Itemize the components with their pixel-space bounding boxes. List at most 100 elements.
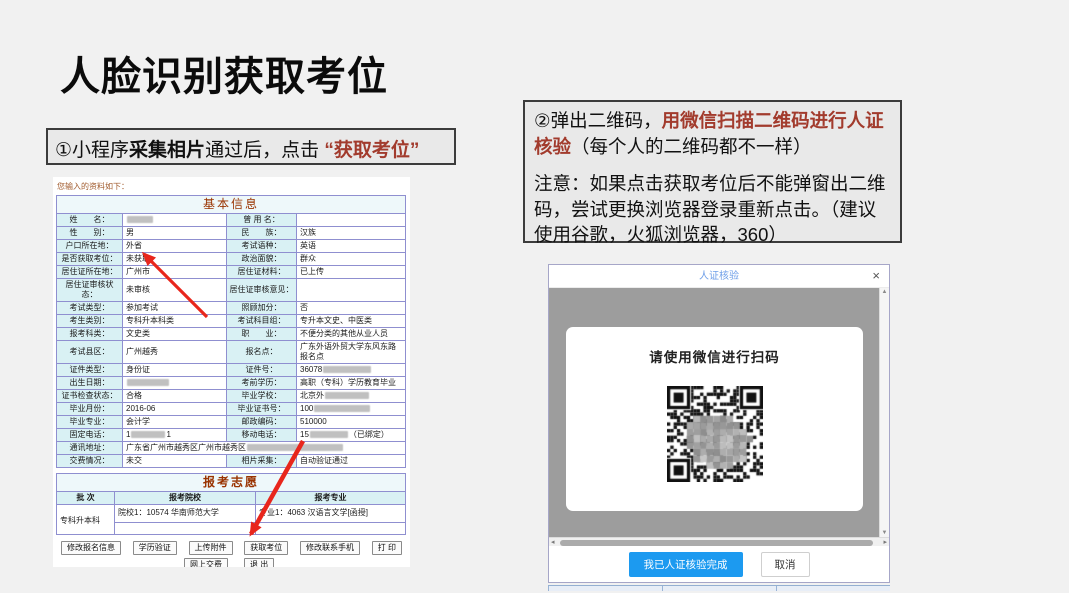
column-header-school: 报考院校	[115, 492, 256, 505]
table-cell-label: 证件号：	[227, 364, 297, 377]
scan-card: 请使用微信进行扫码	[566, 327, 863, 511]
table-cell-value: 参加考试	[123, 302, 227, 315]
table-row: 户口所在地：外省考试语种：英语	[57, 240, 406, 253]
table-row: 通讯地址：广东省广州市越秀区广州市越秀区	[57, 442, 406, 455]
step1-instruction-box: ①小程序采集相片通过后，点击 “获取考位”	[46, 128, 456, 165]
table-cell-label: 证件类型：	[57, 364, 123, 377]
basic-info-title: 基本信息	[57, 196, 406, 214]
online-payment-button[interactable]: 网上交费	[184, 558, 228, 567]
table-title-row: 报考志愿	[57, 474, 406, 492]
column-header-major: 报考专业	[256, 492, 406, 505]
step1-middle: 通过后，点击	[205, 140, 324, 161]
form-buttons-row2: 网上交费 退 出	[184, 558, 407, 567]
qr-code	[667, 386, 763, 482]
scroll-down-icon[interactable]: ▼	[880, 530, 889, 536]
table-cell-value: 英语	[297, 240, 406, 253]
redacted-value	[127, 379, 169, 386]
table-row: 证件类型：身份证证件号：36078	[57, 364, 406, 377]
redacted-value	[323, 366, 371, 373]
table-cell-label: 报考科类：	[57, 328, 123, 341]
table-cell-label: 户口所在地：	[57, 240, 123, 253]
table-cell-label: 是否获取考位：	[57, 253, 123, 266]
redacted-value	[325, 392, 369, 399]
table-cell-label: 出生日期：	[57, 377, 123, 390]
table-cell-label: 报名点：	[227, 341, 297, 364]
print-button[interactable]: 打 印	[372, 541, 402, 555]
registration-form-screenshot: 您输入的资料如下： 基本信息 姓 名：曾 用 名：性 别：男民 族：汉族户口所在…	[53, 177, 410, 567]
table-cell-value: 专科升本科类	[123, 315, 227, 328]
table-cell-value: 已上传	[297, 266, 406, 279]
table-cell-label: 固定电话：	[57, 429, 123, 442]
table-cell-value: 男	[123, 227, 227, 240]
school-cell: 院校1：10574 华南师范大学	[115, 505, 256, 523]
table-cell-label: 相片采集：	[227, 455, 297, 468]
form-caption: 您输入的资料如下：	[57, 181, 407, 192]
table-cell-label: 通讯地址：	[57, 442, 123, 455]
table-row: 考试县区：广州越秀报名点：广东外语外贸大学东风东路报名点	[57, 341, 406, 364]
table-cell-label: 照顾加分：	[227, 302, 297, 315]
redacted-value	[131, 431, 165, 438]
cancel-button[interactable]: 取消	[761, 552, 810, 577]
vertical-scrollbar[interactable]: ▲ ▼	[879, 288, 889, 537]
preferences-title: 报考志愿	[57, 474, 406, 492]
slide: 人脸识别获取考位 ①小程序采集相片通过后，点击 “获取考位” ②弹出二维码，用微…	[0, 0, 1069, 593]
table-row: 毕业专业：会计学邮政编码：510000	[57, 416, 406, 429]
table-row: 考试类型：参加考试照顾加分：否	[57, 302, 406, 315]
page-title: 人脸识别获取考位	[60, 44, 388, 102]
table-row: 考生类别：专科升本科类考试科目组：专升本文史、中医类	[57, 315, 406, 328]
verification-complete-button[interactable]: 我已人证核验完成	[629, 552, 743, 577]
table-cell-value: 未审核	[123, 279, 227, 302]
table-cell-label: 职 业：	[227, 328, 297, 341]
table-cell-label: 姓 名：	[57, 214, 123, 227]
table-cell-label: 居住证审核意见：	[227, 279, 297, 302]
table-cell-label: 政治面貌：	[227, 253, 297, 266]
get-seat-button[interactable]: 获取考位	[244, 541, 288, 555]
table-cell-label: 考试县区：	[57, 341, 123, 364]
table-title-row: 基本信息	[57, 196, 406, 214]
modify-registration-button[interactable]: 修改报名信息	[61, 541, 121, 555]
table-cell-label: 性 别：	[57, 227, 123, 240]
table-cell-value: 身份证	[123, 364, 227, 377]
table-cell-value: 群众	[297, 253, 406, 266]
table-row: 性 别：男民 族：汉族	[57, 227, 406, 240]
table-cell-value: 广东省广州市越秀区广州市越秀区	[123, 442, 406, 455]
step2-lead: ②弹出二维码，	[534, 110, 662, 131]
table-cell-label: 证书检查状态：	[57, 390, 123, 403]
table-row: 是否获取考位：未获取政治面貌：群众	[57, 253, 406, 266]
major-cell-empty	[256, 523, 406, 535]
form-buttons-row1: 修改报名信息学历验证上传附件获取考位修改联系手机打 印	[56, 541, 407, 555]
diploma-verify-button[interactable]: 学历验证	[133, 541, 177, 555]
redacted-value	[127, 216, 153, 223]
close-icon[interactable]: ×	[872, 268, 880, 284]
column-header-batch: 批 次	[57, 492, 115, 505]
table-cell-label: 毕业学校：	[227, 390, 297, 403]
table-cell-label: 民 族：	[227, 227, 297, 240]
table-row: 姓 名：曾 用 名：	[57, 214, 406, 227]
table-cell-value: 自动验证通过	[297, 455, 406, 468]
background-table-edge	[548, 585, 890, 591]
table-cell-label: 考试类型：	[57, 302, 123, 315]
table-cell-value: 未交	[123, 455, 227, 468]
basic-info-table: 基本信息 姓 名：曾 用 名：性 别：男民 族：汉族户口所在地：外省考试语种：英…	[56, 195, 406, 468]
step2-tail: （每个人的二维码都不一样）	[571, 136, 812, 157]
table-cell-value	[123, 377, 227, 390]
table-cell-value: 文史类	[123, 328, 227, 341]
table-cell-value: 广州市	[123, 266, 227, 279]
table-cell-label: 居住证所在地：	[57, 266, 123, 279]
exit-button[interactable]: 退 出	[244, 558, 274, 567]
table-cell-value: 广州越秀	[123, 341, 227, 364]
redacted-value	[314, 405, 370, 412]
table-row: 居住证审核状态：未审核居住证审核意见：	[57, 279, 406, 302]
preferences-table: 报考志愿 批 次 报考院校 报考专业 专科升本科 院校1：10574 华南师范大…	[56, 473, 406, 535]
table-row: 报考科类：文史类职 业：不便分类的其他从业人员	[57, 328, 406, 341]
table-row: 证书检查状态：合格毕业学校：北京外	[57, 390, 406, 403]
scroll-up-icon[interactable]: ▲	[880, 289, 889, 295]
step1-prefix: ①小程序	[55, 140, 129, 161]
redacted-value	[310, 431, 348, 438]
modify-phone-button[interactable]: 修改联系手机	[300, 541, 360, 555]
table-cell-value: 外省	[123, 240, 227, 253]
table-cell-label: 居住证材料：	[227, 266, 297, 279]
upload-attachment-button[interactable]: 上传附件	[189, 541, 233, 555]
verification-dialog: 人证核验 × 请使用微信进行扫码 ▲ ▼ ◂ ▸ 我已人证核验完成 取消	[548, 264, 890, 583]
table-row: 固定电话：11移动电话：15（已绑定）	[57, 429, 406, 442]
